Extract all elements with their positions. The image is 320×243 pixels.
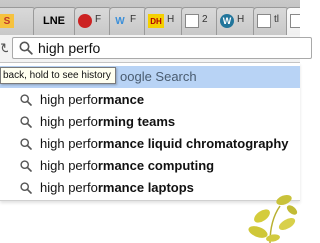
suggestion-completion: rmance computing <box>97 158 215 173</box>
search-icon <box>20 138 32 150</box>
red-logo-icon <box>78 14 92 28</box>
tab-6[interactable]: 2 <box>181 7 219 35</box>
search-icon <box>20 160 32 172</box>
plant-illustration <box>248 194 298 243</box>
search-icon <box>19 41 33 55</box>
tab-title: H <box>167 14 175 25</box>
suggestion-completion: rmance liquid chromatography <box>97 136 289 151</box>
tab-title: H <box>237 14 245 25</box>
back-button-tooltip: back, hold to see history <box>0 67 116 84</box>
reload-icon[interactable]: ↻ <box>0 39 8 57</box>
tab-favicon: LNE <box>43 15 65 27</box>
suggestion-text: high performance laptops <box>40 180 194 195</box>
suggestion-typed: high perfo <box>40 180 98 195</box>
suggestion-text: high performing teams <box>40 114 175 129</box>
tab-title: F <box>95 14 102 25</box>
suggestion-typed: high perfo <box>40 92 98 107</box>
tab-favicon: S <box>0 14 14 28</box>
tab-8[interactable]: tl <box>253 7 289 35</box>
suggestion-item[interactable]: high performance computing <box>0 155 300 177</box>
tab-title: F <box>130 14 137 25</box>
omnibox-input[interactable] <box>38 39 298 57</box>
tab-7[interactable]: W H <box>216 7 256 35</box>
tab-favicon: DH <box>148 14 164 28</box>
tab-5[interactable]: DH H <box>144 7 184 35</box>
suggestion-item[interactable]: high performance liquid chromatography <box>0 133 300 155</box>
search-icon <box>20 116 32 128</box>
toolbar: ↻ <box>0 35 312 63</box>
tab-3[interactable]: F <box>74 7 112 35</box>
suggestion-text: high performance liquid chromatography <box>40 136 289 151</box>
tab-9[interactable] <box>286 7 300 35</box>
suggestion-text: oogle Search <box>120 69 197 84</box>
tab-2[interactable]: LNE <box>33 7 77 35</box>
page-icon <box>185 14 199 28</box>
tab-title: tl <box>274 14 279 25</box>
omnibox[interactable] <box>12 37 312 59</box>
suggestion-completion: rming teams <box>97 114 176 129</box>
suggestion-item[interactable]: high performing teams <box>0 111 300 133</box>
suggestion-typed: high perfo <box>40 136 98 151</box>
tab-favicon: W <box>115 15 125 27</box>
suggestion-item[interactable]: high performance <box>0 89 300 111</box>
suggestion-completion: oogle Search <box>120 69 197 84</box>
suggestion-typed: high perfo <box>40 114 98 129</box>
page-icon <box>290 14 300 28</box>
search-icon <box>20 182 32 194</box>
tab-title: 2 <box>202 14 208 25</box>
tab-1[interactable]: S <box>0 7 36 35</box>
tab-strip: S LNE F W F DH H 2 W H tl <box>0 0 300 35</box>
suggestion-text: high performance computing <box>40 158 214 173</box>
suggestion-completion: rmance laptops <box>97 180 194 195</box>
page-icon <box>257 14 271 28</box>
search-icon <box>20 94 32 106</box>
suggestion-completion: rmance <box>97 92 145 107</box>
wordpress-icon: W <box>220 14 234 28</box>
suggestion-typed: high perfo <box>40 158 98 173</box>
suggestion-text: high performance <box>40 92 144 107</box>
tab-4[interactable]: W F <box>109 7 147 35</box>
